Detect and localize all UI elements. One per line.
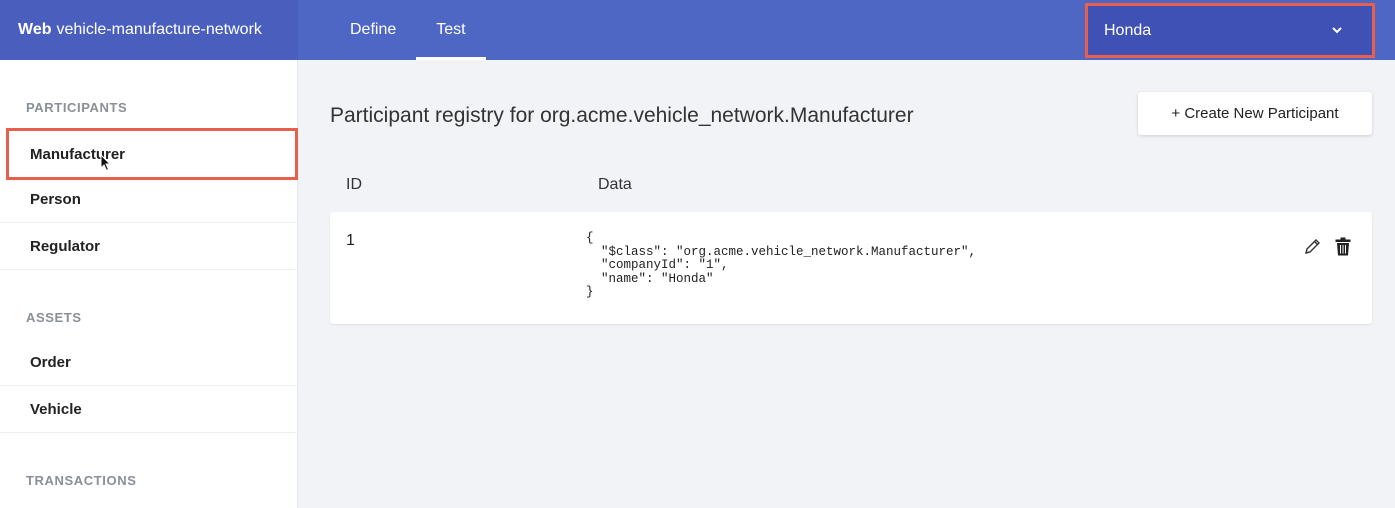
main-tabs: Define Test	[330, 0, 486, 60]
column-header-id: ID	[346, 176, 362, 193]
app-brand[interactable]: Web vehicle-manufacture-network	[0, 0, 298, 60]
trash-icon[interactable]	[1335, 237, 1351, 256]
identity-label: Honda	[1104, 21, 1152, 39]
create-participant-button[interactable]: + Create New Participant	[1138, 92, 1372, 135]
identity-selector[interactable]: Honda	[1085, 3, 1375, 58]
network-name: vehicle-manufacture-network	[56, 21, 262, 38]
assets-heading: ASSETS	[26, 310, 82, 325]
chevron-down-icon	[1332, 27, 1342, 34]
sidebar-item-order[interactable]: Order	[0, 339, 298, 386]
tab-define[interactable]: Define	[330, 0, 416, 60]
brand-prefix: Web	[18, 21, 52, 38]
column-header-data: Data	[598, 176, 632, 193]
sidebar-item-person[interactable]: Person	[0, 176, 298, 223]
sidebar-item-vehicle[interactable]: Vehicle	[0, 386, 298, 433]
top-header: Web vehicle-manufacture-network Define T…	[0, 0, 1395, 60]
page-title: Participant registry for org.acme.vehicl…	[330, 104, 914, 127]
tab-test[interactable]: Test	[416, 0, 486, 60]
sidebar: PARTICIPANTS Manufacturer Person Regulat…	[0, 60, 298, 508]
table-row: 1 { "$class": "org.acme.vehicle_network.…	[330, 212, 1372, 324]
pencil-icon[interactable]	[1304, 237, 1322, 255]
sidebar-item-regulator[interactable]: Regulator	[0, 223, 298, 270]
row-id: 1	[346, 232, 355, 249]
transactions-heading: TRANSACTIONS	[26, 473, 137, 488]
mouse-pointer-icon	[100, 154, 112, 172]
participants-heading: PARTICIPANTS	[26, 100, 128, 115]
sidebar-item-manufacturer[interactable]: Manufacturer	[6, 128, 298, 180]
row-json-data: { "$class": "org.acme.vehicle_network.Ma…	[586, 231, 977, 299]
